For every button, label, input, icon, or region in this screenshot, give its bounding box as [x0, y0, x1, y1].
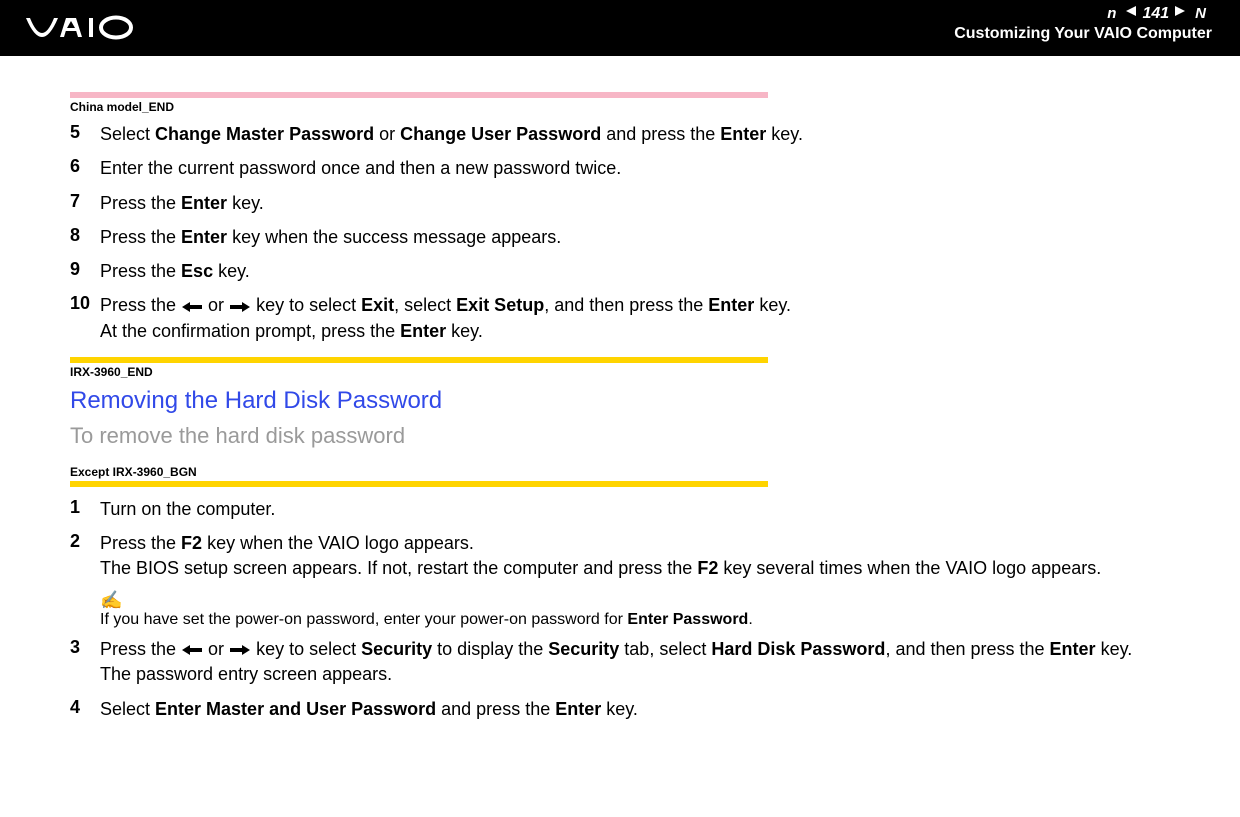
step-number: 1 [70, 497, 100, 518]
nav-next-icon[interactable] [1173, 4, 1187, 23]
tag-irx-end: IRX-3960_END [70, 365, 1170, 379]
step-text: Press the Esc key. [100, 259, 250, 283]
step-row: 6Enter the current password once and the… [70, 156, 1170, 180]
header-title: Customizing Your VAIO Computer [954, 25, 1212, 43]
vaio-logo [24, 15, 164, 41]
step-row: 3Press the or key to select Security to … [70, 637, 1170, 687]
n-letter-right: N [1195, 5, 1206, 22]
step-text: Press the F2 key when the VAIO logo appe… [100, 531, 1101, 580]
step-text: Enter the current password once and then… [100, 156, 621, 180]
step-number: 9 [70, 259, 100, 280]
note-text: If you have set the power-on password, e… [100, 611, 1170, 629]
step-number: 5 [70, 122, 100, 143]
tag-except-irx-bgn: Except IRX-3960_BGN [70, 465, 1170, 479]
step-number: 8 [70, 225, 100, 246]
vaio-logo-svg [24, 15, 164, 41]
step-text: Press the Enter key. [100, 191, 264, 215]
step-number: 4 [70, 697, 100, 718]
step-text: Select Change Master Password or Change … [100, 122, 803, 146]
section-heading: Removing the Hard Disk Password [70, 387, 1170, 415]
page-content: China model_END 5Select Change Master Pa… [0, 56, 1240, 751]
step-number: 10 [70, 293, 100, 314]
header-right: n 141 N Customizing Your VAIO Computer [954, 4, 1212, 43]
arrow-right-icon [230, 295, 250, 319]
step-number: 7 [70, 191, 100, 212]
step-row: 9Press the Esc key. [70, 259, 1170, 283]
step-row: 1Turn on the computer. [70, 497, 1170, 521]
nav-prev-icon[interactable] [1124, 4, 1138, 23]
arrow-left-icon [182, 638, 202, 662]
step-text: Press the or key to select Security to d… [100, 637, 1132, 687]
step-row: 10Press the or key to select Exit, selec… [70, 293, 1170, 343]
step-number: 3 [70, 637, 100, 658]
yellow-divider-1 [70, 357, 768, 363]
step-row: 2Press the F2 key when the VAIO logo app… [70, 531, 1170, 580]
page-header: n 141 N Customizing Your VAIO Computer [0, 0, 1240, 56]
n-letter-left: n [1107, 5, 1116, 22]
tag-china-model-end: China model_END [70, 100, 1170, 114]
arrow-left-icon [182, 295, 202, 319]
arrow-right-icon [230, 638, 250, 662]
step-row: 4Select Enter Master and User Password a… [70, 697, 1170, 721]
step-text: Press the or key to select Exit, select … [100, 293, 791, 343]
step-number: 6 [70, 156, 100, 177]
yellow-divider-2 [70, 481, 768, 487]
step-row: 5Select Change Master Password or Change… [70, 122, 1170, 146]
note-block: ✍ If you have set the power-on password,… [100, 590, 1170, 629]
page-number: 141 [1142, 5, 1169, 23]
step-row: 7Press the Enter key. [70, 191, 1170, 215]
step-text: Turn on the computer. [100, 497, 275, 521]
page-nav: n 141 N [1101, 4, 1212, 23]
step-row: 8Press the Enter key when the success me… [70, 225, 1170, 249]
section-subheading: To remove the hard disk password [70, 423, 1170, 449]
pink-divider [70, 92, 768, 98]
step-text: Select Enter Master and User Password an… [100, 697, 638, 721]
pencil-icon: ✍ [100, 590, 1170, 611]
step-text: Press the Enter key when the success mes… [100, 225, 561, 249]
step-number: 2 [70, 531, 100, 552]
